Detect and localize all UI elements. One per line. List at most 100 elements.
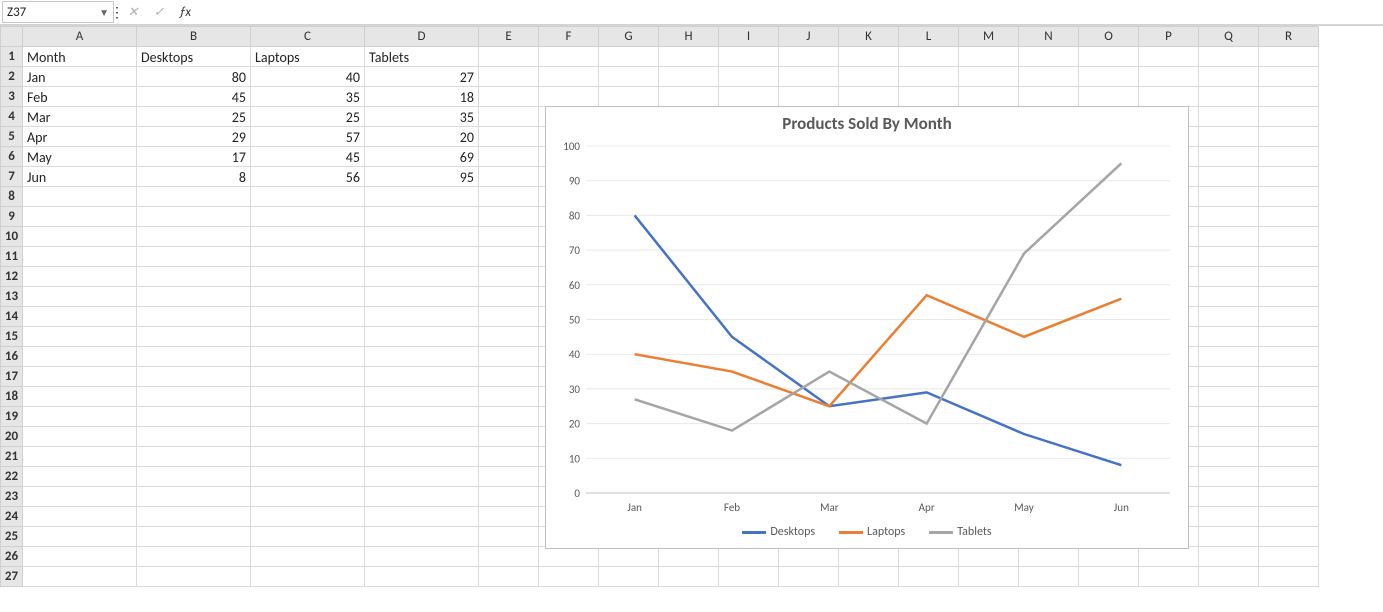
cell[interactable] [479, 327, 539, 347]
cell[interactable] [659, 47, 719, 67]
cell[interactable]: 40 [251, 67, 365, 87]
column-header[interactable]: N [1019, 27, 1079, 47]
cell[interactable] [479, 347, 539, 367]
cell[interactable] [251, 407, 365, 427]
cell[interactable] [251, 367, 365, 387]
cell[interactable] [365, 387, 479, 407]
cell[interactable] [479, 507, 539, 527]
cell[interactable] [23, 287, 137, 307]
column-header[interactable]: Q [1199, 27, 1259, 47]
cell[interactable] [1259, 347, 1319, 367]
cell[interactable] [1199, 407, 1259, 427]
cell[interactable] [1259, 287, 1319, 307]
cell[interactable] [1199, 567, 1259, 587]
cell[interactable] [779, 567, 839, 587]
cell[interactable] [599, 67, 659, 87]
cell[interactable] [1199, 347, 1259, 367]
cell[interactable] [1199, 307, 1259, 327]
cell[interactable] [365, 427, 479, 447]
cell[interactable] [659, 87, 719, 107]
name-box[interactable]: Z37 ▼ [2, 1, 114, 23]
row-header[interactable]: 23 [1, 487, 23, 507]
cell[interactable] [251, 467, 365, 487]
cell[interactable] [1259, 267, 1319, 287]
column-header[interactable]: F [539, 27, 599, 47]
cell[interactable] [137, 447, 251, 467]
cell[interactable] [839, 547, 899, 567]
cell[interactable]: Feb [23, 87, 137, 107]
cell[interactable] [899, 47, 959, 67]
cell[interactable] [251, 327, 365, 347]
row-header[interactable]: 3 [1, 87, 23, 107]
cell[interactable] [1019, 567, 1079, 587]
cell[interactable] [1259, 247, 1319, 267]
cell[interactable] [137, 207, 251, 227]
row-header[interactable]: 19 [1, 407, 23, 427]
insert-function-icon[interactable]: ƒx [172, 1, 198, 23]
cell[interactable] [1259, 507, 1319, 527]
cell[interactable] [23, 227, 137, 247]
cell[interactable] [779, 47, 839, 67]
cell[interactable] [839, 67, 899, 87]
cell[interactable]: 27 [365, 67, 479, 87]
column-header[interactable]: R [1259, 27, 1319, 47]
cell[interactable] [137, 267, 251, 287]
cell[interactable] [251, 227, 365, 247]
cell[interactable] [251, 207, 365, 227]
select-all-corner[interactable] [1, 27, 23, 47]
cell[interactable] [719, 547, 779, 567]
cell[interactable] [479, 287, 539, 307]
column-header[interactable]: L [899, 27, 959, 47]
cell[interactable] [365, 307, 479, 327]
cell[interactable] [365, 567, 479, 587]
cell[interactable]: 18 [365, 87, 479, 107]
cell[interactable] [1259, 547, 1319, 567]
cell[interactable] [365, 547, 479, 567]
cell[interactable] [1259, 87, 1319, 107]
cell[interactable] [1019, 87, 1079, 107]
column-header[interactable]: O [1079, 27, 1139, 47]
cell[interactable] [365, 487, 479, 507]
cell[interactable]: Desktops [137, 47, 251, 67]
cell[interactable] [1079, 87, 1139, 107]
cell[interactable]: 35 [251, 87, 365, 107]
cell[interactable] [1199, 527, 1259, 547]
row-header[interactable]: 27 [1, 567, 23, 587]
cell[interactable]: May [23, 147, 137, 167]
cell[interactable] [137, 247, 251, 267]
cell[interactable] [539, 87, 599, 107]
cell[interactable] [1199, 327, 1259, 347]
row-header[interactable]: 9 [1, 207, 23, 227]
cell[interactable] [23, 547, 137, 567]
cell[interactable] [137, 487, 251, 507]
cell[interactable] [479, 307, 539, 327]
column-header[interactable]: B [137, 27, 251, 47]
cell[interactable] [137, 227, 251, 247]
cell[interactable] [479, 247, 539, 267]
cell[interactable] [1259, 127, 1319, 147]
column-header[interactable]: J [779, 27, 839, 47]
row-header[interactable]: 7 [1, 167, 23, 187]
cell[interactable] [23, 467, 137, 487]
cell[interactable] [23, 507, 137, 527]
cell[interactable]: Apr [23, 127, 137, 147]
cell[interactable] [137, 187, 251, 207]
cell[interactable] [599, 547, 659, 567]
cell[interactable]: 35 [365, 107, 479, 127]
cell[interactable] [365, 187, 479, 207]
cell[interactable] [1139, 567, 1199, 587]
cell[interactable] [365, 227, 479, 247]
column-header[interactable]: C [251, 27, 365, 47]
cell[interactable] [659, 67, 719, 87]
cell[interactable]: 80 [137, 67, 251, 87]
cell[interactable] [1079, 567, 1139, 587]
cell[interactable] [251, 567, 365, 587]
row-header[interactable]: 11 [1, 247, 23, 267]
cell[interactable] [137, 427, 251, 447]
column-header[interactable]: H [659, 27, 719, 47]
cell[interactable] [479, 107, 539, 127]
cell[interactable] [137, 387, 251, 407]
cell[interactable] [365, 247, 479, 267]
cell[interactable] [839, 567, 899, 587]
cell[interactable] [23, 267, 137, 287]
